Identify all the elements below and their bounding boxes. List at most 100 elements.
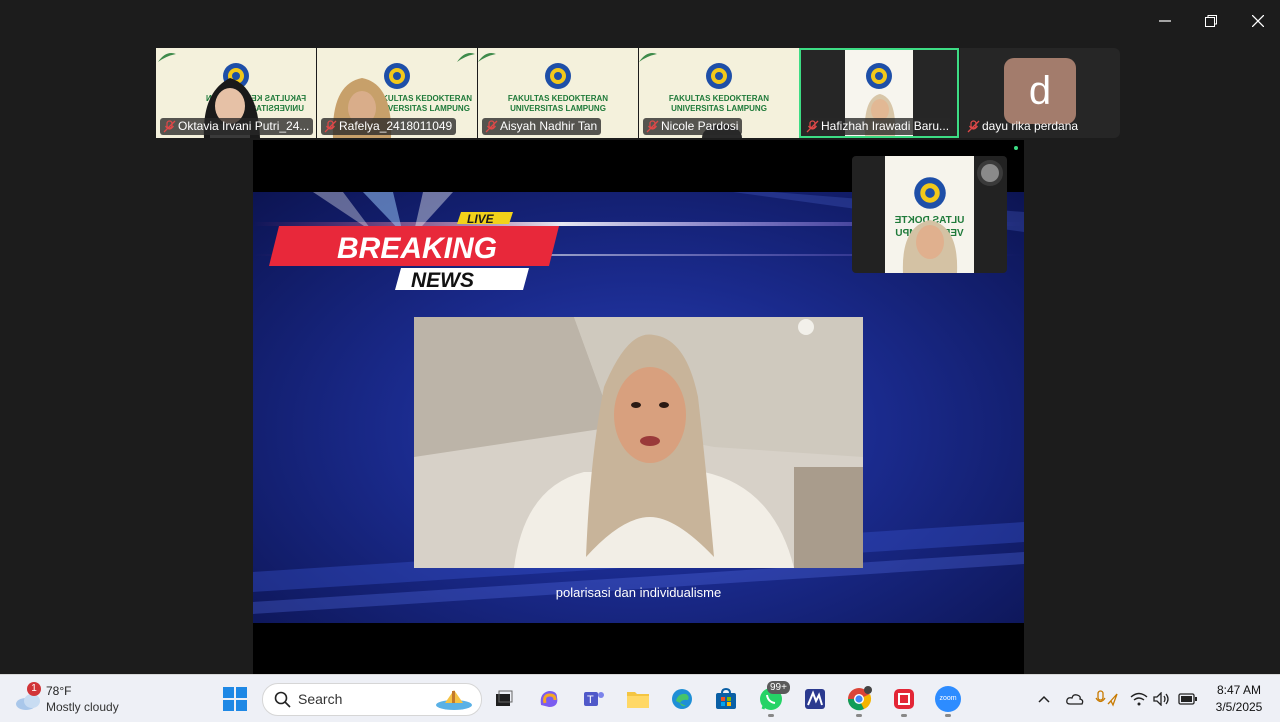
- zoom-button[interactable]: zoom: [934, 685, 962, 713]
- leaf-decoration-icon: [158, 53, 176, 62]
- participant-name-label: Oktavia Irvani Putri_24...: [160, 118, 314, 135]
- clock-time: 8:47 AM: [1216, 683, 1262, 697]
- running-indicator: [768, 714, 774, 717]
- folder-icon: [627, 692, 649, 708]
- copilot-button[interactable]: [535, 685, 563, 713]
- running-indicator: [856, 714, 862, 717]
- microphone-in-use-button[interactable]: [1093, 685, 1121, 713]
- speaker-scene: [414, 317, 863, 568]
- university-logo-icon: [914, 177, 946, 209]
- participant-tile[interactable]: FAKULTAS KEDOKTERAN UNIVERSITAS LAMPUNG O…: [156, 48, 316, 138]
- wifi-icon: [1130, 692, 1148, 706]
- faculty-line2: UNIVERSITAS LAMPUNG: [510, 104, 606, 113]
- edge-icon: [672, 689, 692, 709]
- participant-name: Rafelya_2418011049: [339, 119, 453, 133]
- clock[interactable]: 8:47 AM 3/5/2025: [1204, 683, 1274, 714]
- muted-mic-icon: [806, 120, 819, 133]
- self-view-feed: ULTAS DOKTEVERSI LAMPU: [885, 156, 974, 273]
- participant-tile[interactable]: FAKULTAS KEDOKTERAN UNIVERSITAS LAMPUNG N…: [639, 48, 799, 138]
- status-dot: [1014, 146, 1018, 150]
- faculty-banner: FAKULTAS KEDOKTERAN UNIVERSITAS LAMPUNG: [639, 94, 799, 114]
- participant-name: dayu rika perdana: [982, 119, 1079, 133]
- faculty-banner: FAKULTAS KEDOKTERAN UNIVERSITAS LAMPUNG: [478, 94, 638, 114]
- faculty-line1: FAKULTAS KEDOKTERAN: [668, 94, 770, 103]
- windows-logo-icon: [223, 687, 247, 711]
- taskbar-search[interactable]: Search: [262, 683, 482, 716]
- leaf-decoration-icon: [457, 53, 475, 62]
- svg-text:T: T: [587, 694, 594, 706]
- participant-name-label: dayu rika perdana: [964, 118, 1082, 135]
- office-button[interactable]: [890, 685, 918, 713]
- participant-name: Nicole Pardosi: [661, 119, 739, 133]
- volume-icon: [1153, 692, 1169, 706]
- app-icon: [805, 689, 825, 709]
- university-logo-icon: [706, 63, 732, 89]
- zoom-icon: zoom: [935, 686, 961, 712]
- subtitle-caption: polarisasi dan individualisme: [555, 585, 722, 600]
- search-placeholder: Search: [298, 691, 343, 707]
- clock-date: 3/5/2025: [1215, 700, 1263, 714]
- teams-button[interactable]: T: [580, 685, 608, 713]
- more-icon: [981, 164, 999, 182]
- participant-name-label: Aisyah Nadhir Tan: [482, 118, 602, 135]
- volume-button[interactable]: [1148, 685, 1176, 713]
- participant-name-label: Rafelya_2418011049: [321, 118, 457, 135]
- news-title: NEWS: [411, 269, 474, 292]
- participant-name: Oktavia Irvani Putri_24...: [178, 119, 310, 133]
- faculty-line2: UNIVERSITAS LAMPUNG: [671, 104, 767, 113]
- store-icon: [716, 687, 736, 709]
- start-button[interactable]: [221, 685, 249, 713]
- speaker-camera-feed: [414, 317, 863, 568]
- person-silhouette: [902, 220, 958, 273]
- participant-name: Hafizhah Irawadi Baru...: [821, 119, 950, 133]
- breaking-title: BREAKING: [337, 232, 497, 265]
- university-logo-icon: [866, 63, 892, 89]
- whatsapp-button[interactable]: 99+: [757, 681, 790, 713]
- task-view-button[interactable]: [490, 685, 518, 713]
- participant-tile[interactable]: FAKULTAS KEDOKTERAN UNIVERSITAS LAMPUNG A…: [478, 48, 638, 138]
- weather-temp: 78°F: [46, 684, 72, 698]
- participant-tile[interactable]: d dayu rika perdana: [960, 48, 1120, 138]
- minimize-button[interactable]: [1145, 8, 1185, 34]
- teams-icon: T: [584, 692, 604, 706]
- restore-button[interactable]: [1191, 8, 1231, 34]
- cloud-icon: [1066, 694, 1084, 705]
- self-view-video[interactable]: ULTAS DOKTEVERSI LAMPU: [852, 156, 1007, 273]
- store-button[interactable]: [712, 685, 740, 713]
- avatar: d: [1004, 58, 1076, 124]
- live-label: LIVE: [467, 212, 495, 226]
- leaf-decoration-icon: [478, 53, 496, 62]
- office-icon: [894, 689, 914, 709]
- search-highlight-icon: [436, 690, 472, 710]
- muted-mic-icon: [967, 120, 980, 133]
- muted-mic-icon: [324, 120, 337, 133]
- battery-button[interactable]: [1174, 685, 1202, 713]
- chrome-icon: [847, 686, 872, 711]
- participant-tile-active[interactable]: Hafizhah Irawadi Baru...: [799, 48, 959, 138]
- search-icon: [274, 691, 291, 708]
- microphone-location-icon: [1095, 690, 1118, 707]
- battery-charging-icon: [1178, 693, 1197, 705]
- weather-condition: Mostly cloudy: [46, 700, 119, 714]
- leaf-decoration-icon: [639, 53, 657, 62]
- close-icon: [1252, 15, 1264, 27]
- university-logo-icon: [545, 63, 571, 89]
- weather-widget[interactable]: 1 78°F Mostly cloudy: [12, 681, 162, 717]
- minimize-icon: [1159, 20, 1171, 22]
- onedrive-button[interactable]: [1061, 685, 1089, 713]
- show-hidden-icons-button[interactable]: [1030, 685, 1058, 713]
- copilot-icon: [540, 691, 558, 707]
- chevron-up-icon: [1038, 695, 1050, 703]
- muted-mic-icon: [485, 120, 498, 133]
- task-view-icon: [496, 690, 513, 706]
- chrome-button[interactable]: [845, 685, 873, 713]
- self-view-menu-button[interactable]: [977, 160, 1003, 186]
- file-explorer-button[interactable]: [624, 685, 652, 713]
- edge-button[interactable]: [668, 685, 696, 713]
- participant-tile[interactable]: FAKULTAS KEDOKTERAN UNIVERSITAS LAMPUNG R…: [317, 48, 477, 138]
- app-button[interactable]: [801, 685, 829, 713]
- close-button[interactable]: [1238, 8, 1278, 34]
- participant-name-label: Hafizhah Irawadi Baru...: [803, 118, 954, 135]
- participant-name-label: Nicole Pardosi: [643, 118, 743, 135]
- notification-badge: 99+: [767, 681, 790, 694]
